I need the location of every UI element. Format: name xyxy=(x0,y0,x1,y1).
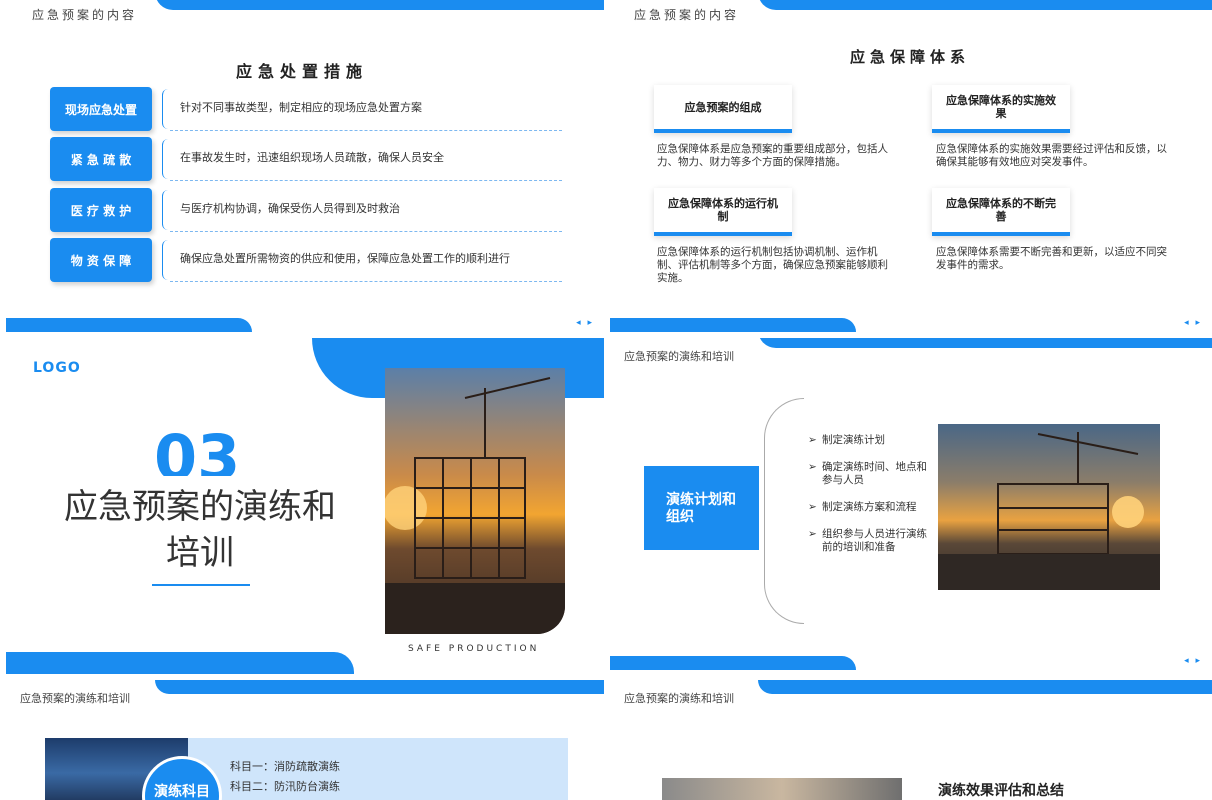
measure-description: 确保应急处置所需物资的供应和使用，保障应急处置工作的顺利进行 xyxy=(180,252,510,265)
slide-nav-arrows[interactable]: ◂ ▸ xyxy=(576,318,594,328)
brace-icon xyxy=(162,190,170,230)
dashed-divider xyxy=(170,281,562,282)
list-item: ➢ 制定演练方案和流程 xyxy=(808,501,917,513)
top-accent-bar xyxy=(155,0,604,10)
support-card-text: 应急保障体系的实施效果需要经过评估和反馈，以确保其能够有效地应对突发事件。 xyxy=(936,143,1167,168)
brace-icon xyxy=(162,240,170,280)
crane-illustration-icon xyxy=(938,432,1160,590)
support-card-text: 应急保障体系是应急预案的重要组成部分，包括人力、物力、财力等多个方面的保障措施。 xyxy=(657,143,888,168)
measure-tag: 紧 急 疏 散 xyxy=(50,137,152,181)
arrow-icon: ➢ xyxy=(808,461,817,473)
dashed-divider xyxy=(170,231,562,232)
section-title-line: 应急预案的演练和 xyxy=(64,487,336,527)
support-card-text: 应急保障体系需要不断完善和更新，以适应不同突发事件的需求。 xyxy=(936,246,1167,271)
evaluation-title: 演练效果评估和总结 xyxy=(938,783,1064,799)
slide-title: 应急处置措施 xyxy=(235,62,368,81)
measure-tag: 现场应急处置 xyxy=(50,87,152,131)
arrow-icon: ➢ xyxy=(808,528,817,540)
top-accent-bar xyxy=(758,338,1212,348)
slide-drill-evaluation[interactable]: 应急预案的演练和培训 演练效果评估和总结 xyxy=(608,680,1212,800)
slide-header: 应急预案的内容 xyxy=(634,8,740,22)
bottom-accent-bar xyxy=(610,656,856,670)
support-card-text: 应急保障体系的运行机制包括协调机制、运作机制、评估机制等多个方面，确保应急预案能… xyxy=(657,246,888,284)
dashed-divider xyxy=(170,180,562,181)
brace-icon xyxy=(162,139,170,179)
drill-subject-item: 科目二：防汛防台演练 xyxy=(230,780,340,793)
top-accent-bar xyxy=(758,680,1212,694)
measure-row: 现场应急处置 针对不同事故类型，制定相应的现场应急处置方案 xyxy=(50,87,562,133)
list-item: ➢ 制定演练计划 xyxy=(808,434,885,446)
list-item: ➢ 组织参与人员进行演练前的培训和准备 xyxy=(808,528,927,553)
slide-nav-arrows[interactable]: ◂ ▸ xyxy=(1184,656,1202,666)
title-underline xyxy=(152,584,250,586)
slide-header: 应急预案的演练和培训 xyxy=(20,692,130,705)
support-card: 应急保障体系的不断完善 xyxy=(932,188,1070,236)
section-title-line: 培训 xyxy=(166,533,234,573)
section-title: 应急预案的演练和 培训 xyxy=(40,484,360,576)
slide-drill-planning[interactable]: 应急预案的演练和培训 演练计划和 组织 ➢ 制定演练计划 ➢ 确定演练时间、地点和参… xyxy=(608,338,1212,674)
logo: LOGO xyxy=(33,360,81,376)
slide-support-system[interactable]: 应急预案的内容 应急保障体系 应急预案的组成 应急保障体系是应急预案的重要组成部… xyxy=(608,0,1212,336)
construction-site-photo xyxy=(938,424,1160,590)
bottom-accent-bar xyxy=(6,318,252,332)
measure-description: 在事故发生时，迅速组织现场人员疏散，确保人员安全 xyxy=(180,151,444,164)
evaluation-photo xyxy=(662,778,902,800)
measure-tag: 医 疗 救 护 xyxy=(50,188,152,232)
drill-plan-box-line: 演练计划和 xyxy=(666,492,736,508)
slide-title: 应急保障体系 xyxy=(849,48,970,66)
dashed-divider xyxy=(170,130,562,131)
list-item: ➢ 确定演练时间、地点和参与人员 xyxy=(808,461,927,486)
measure-row: 紧 急 疏 散 在事故发生时，迅速组织现场人员疏散，确保人员安全 xyxy=(50,137,562,183)
brace-icon xyxy=(764,398,804,624)
crane-illustration-icon xyxy=(385,377,565,634)
arrow-icon: ➢ xyxy=(808,501,817,513)
section-number: 03 xyxy=(154,421,241,476)
photo-caption: SAFE PRODUCTION xyxy=(408,644,540,654)
measure-tag: 物 资 保 障 xyxy=(50,238,152,282)
measure-row: 物 资 保 障 确保应急处置所需物资的供应和使用，保障应急处置工作的顺利进行 xyxy=(50,238,562,284)
bottom-accent-bar xyxy=(6,652,354,674)
drill-plan-list: ➢ 制定演练计划 ➢ 确定演练时间、地点和参与人员 ➢ 制定演练方案和流程 ➢ 组织参与… xyxy=(808,434,928,568)
bottom-accent-bar xyxy=(610,318,856,332)
slide-drill-subjects[interactable]: 应急预案的演练和培训 演练科目 科目一：消防疏散演练 科目二：防汛防台演练 xyxy=(0,680,604,800)
drill-plan-box: 演练计划和 组织 xyxy=(644,466,759,550)
slide-nav-arrows[interactable]: ◂ ▸ xyxy=(1184,318,1202,328)
support-card: 应急预案的组成 xyxy=(654,85,792,133)
measure-description: 针对不同事故类型，制定相应的现场应急处置方案 xyxy=(180,101,422,114)
support-card: 应急保障体系的运行机制 xyxy=(654,188,792,236)
construction-site-photo xyxy=(385,368,565,634)
drill-plan-box-line: 组织 xyxy=(666,509,694,525)
top-accent-bar xyxy=(758,0,1212,10)
drill-subject-item: 科目一：消防疏散演练 xyxy=(230,760,340,773)
top-accent-bar xyxy=(155,680,604,694)
slide-section-cover[interactable]: LOGO 03 应急预案的演练和 培训 SAFE PRODUCTION xyxy=(0,338,604,674)
measure-description: 与医疗机构协调，确保受伤人员得到及时救治 xyxy=(180,202,400,215)
slide-header: 应急预案的演练和培训 xyxy=(624,692,734,705)
slide-emergency-measures[interactable]: 应急预案的内容 应急处置措施 现场应急处置 针对不同事故类型，制定相应的现场应急… xyxy=(0,0,604,336)
slide-header: 应急预案的内容 xyxy=(32,8,138,22)
slide-header: 应急预案的演练和培训 xyxy=(624,350,734,363)
arrow-icon: ➢ xyxy=(808,434,817,446)
brace-icon xyxy=(162,89,170,129)
measure-row: 医 疗 救 护 与医疗机构协调，确保受伤人员得到及时救治 xyxy=(50,188,562,234)
support-card: 应急保障体系的实施效果 xyxy=(932,85,1070,133)
